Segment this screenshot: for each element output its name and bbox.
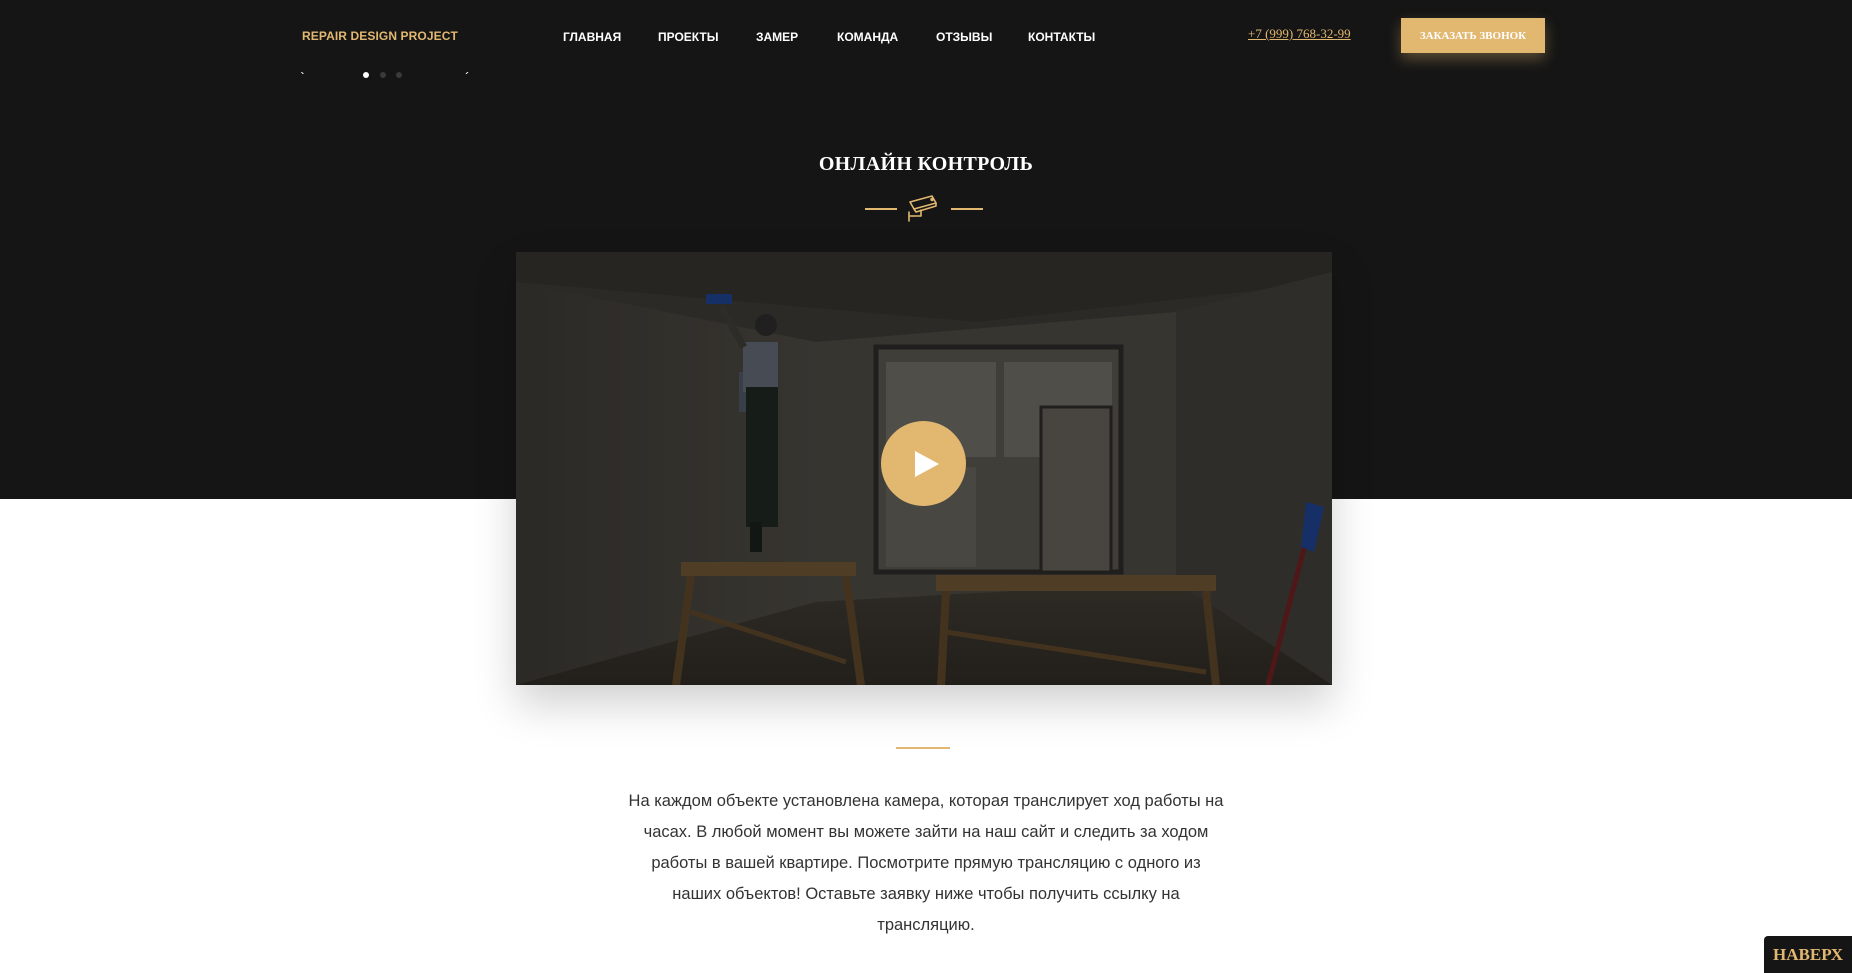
back-to-top-button[interactable]: НАВЕРХ: [1764, 936, 1852, 973]
nav-item-reviews[interactable]: ОТЗЫВЫ: [936, 30, 992, 44]
section-title: ОНЛАЙН КОНТРОЛЬ: [818, 153, 1034, 175]
play-icon: [914, 450, 939, 477]
nav-item-home[interactable]: ГЛАВНАЯ: [563, 30, 621, 44]
nav-item-measure[interactable]: ЗАМЕР: [756, 30, 798, 44]
logo[interactable]: REPAIR DESIGN PROJECT: [302, 29, 458, 43]
slider-dot-active[interactable]: [363, 72, 369, 78]
nav-item-projects[interactable]: ПРОЕКТЫ: [658, 30, 719, 44]
title-line-left: [865, 208, 897, 210]
title-line-right: [951, 208, 983, 210]
site-header: REPAIR DESIGN PROJECT ГЛАВНАЯ ПРОЕКТЫ ЗА…: [0, 0, 1852, 72]
phone-link[interactable]: +7 (999) 768-32-99: [1248, 26, 1351, 42]
play-button[interactable]: [881, 421, 966, 506]
nav-item-label: КОМАНДА: [837, 30, 899, 44]
nav-item-label: ПРОЕКТЫ: [658, 30, 719, 44]
callback-button[interactable]: ЗАКАЗАТЬ ЗВОНОК: [1401, 18, 1545, 53]
security-camera-icon: [908, 195, 937, 222]
nav-item-label: ГЛАВНАЯ: [563, 30, 622, 44]
nav-item-label: КОНТАКТЫ: [1028, 30, 1096, 44]
nav-item-label: ОТЗЫВЫ: [936, 30, 993, 44]
nav-item-team[interactable]: КОМАНДА: [837, 30, 898, 44]
slider-dot[interactable]: [396, 72, 402, 78]
section-description: На каждом объекте установлена камера, ко…: [628, 792, 1224, 934]
slider-dot[interactable]: [380, 72, 386, 78]
video-player[interactable]: [516, 252, 1332, 685]
nav-item-contacts[interactable]: КОНТАКТЫ: [1028, 30, 1095, 44]
divider: [896, 747, 950, 749]
nav-item-label: ЗАМЕР: [756, 30, 799, 44]
